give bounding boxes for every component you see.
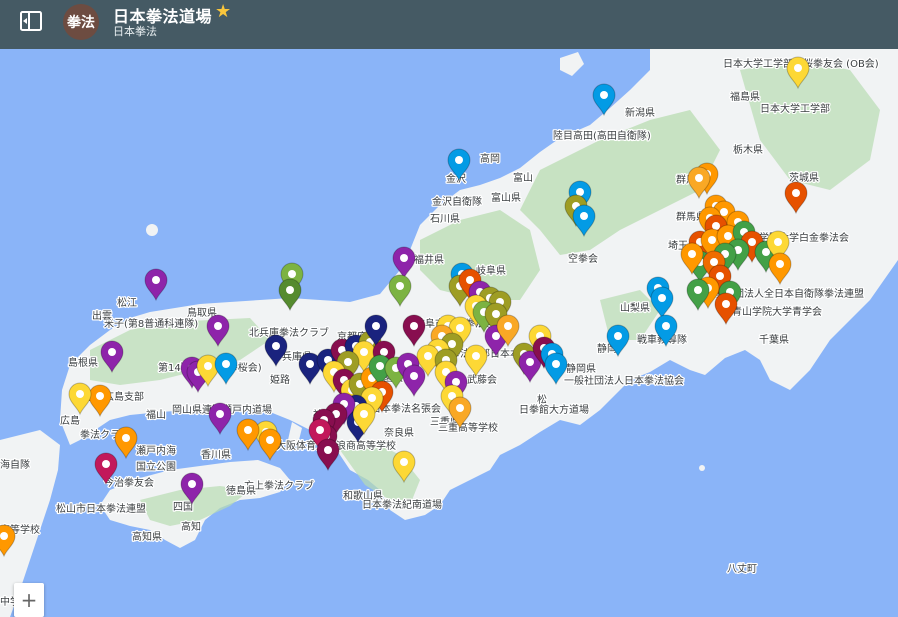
map-label: 栃木県: [733, 143, 763, 156]
map-label: 日本拳法紀南道場: [362, 498, 442, 511]
map-pin-marker[interactable]: [316, 438, 340, 472]
map-label: 松山市日本拳法連盟: [56, 502, 146, 515]
map-label: 陸目高田(高田自衛隊): [553, 129, 651, 142]
app-header: 拳法 日本拳法道場 ★ 日本拳法: [0, 0, 898, 49]
map-label: 四国: [173, 501, 193, 513]
map-pin-marker[interactable]: [236, 418, 260, 452]
map-pin-marker[interactable]: [208, 402, 232, 436]
map-label: 出雲: [92, 309, 112, 322]
map-label: 八丈町: [727, 563, 757, 575]
panel-toggle-icon[interactable]: [18, 8, 44, 34]
map-pin-marker[interactable]: [258, 428, 282, 462]
map-label: 福島県: [730, 90, 760, 103]
map-label: 富山: [513, 171, 533, 184]
map-label: 一般社団法人日本拳法協会: [564, 374, 684, 387]
map-label: 日本大学工学部: [760, 102, 830, 115]
map-label: 国立公園: [136, 460, 176, 473]
map-label: 奈良県: [384, 426, 414, 439]
map-label: 石川県: [430, 213, 460, 225]
map-label: 日拳館大方道場: [519, 403, 589, 416]
map-label: 高知県: [132, 530, 162, 543]
map-subtitle: 日本拳法: [113, 25, 157, 38]
map-label: 香川県: [201, 449, 231, 461]
avatar[interactable]: 拳法: [63, 4, 99, 40]
map-label: 高知: [181, 520, 201, 533]
map-label: 松江: [117, 296, 137, 309]
map-label: 瀬戸内海: [136, 444, 176, 457]
map-label: 海自隊: [0, 458, 30, 471]
map-label: 新潟県: [625, 106, 655, 119]
map-label: 北兵庫拳法クラブ: [249, 326, 329, 339]
map-label: 米子(第8普通科連隊): [104, 317, 198, 330]
map-label: 今治拳友会: [104, 476, 154, 489]
map-label: 青山学院大学青学会: [732, 305, 822, 318]
map-label: 富山県: [491, 191, 521, 204]
map-label: 山梨県: [620, 301, 650, 314]
star-icon[interactable]: ★: [215, 1, 231, 22]
map-label: 静岡県: [566, 362, 596, 375]
map-label: 島根県: [68, 356, 98, 369]
zoom-in-button[interactable]: +: [14, 583, 44, 617]
map-label: 千葉県: [759, 333, 789, 346]
map-label: 徳島県: [226, 484, 256, 497]
map-label: 空拳会: [568, 252, 598, 265]
map-label: 高岡: [480, 152, 500, 165]
map-pin-marker[interactable]: [114, 426, 138, 460]
map-label: 姫路: [270, 373, 290, 386]
map-label: 金沢自衛隊: [432, 195, 482, 208]
map-pin-marker[interactable]: [144, 268, 168, 302]
map-label: 三重高等学校: [438, 421, 498, 434]
map-label: 武藤会: [467, 373, 497, 386]
map-label: 福山: [146, 408, 166, 421]
map-canvas[interactable]: 日本大学工学部北桜拳友会 (OB会)福島県日本大学工学部新潟県陸目高田(高田自衛…: [0, 49, 898, 617]
map-label: 岐阜県: [476, 264, 506, 277]
map-label: 福井県: [414, 253, 444, 266]
map-label: 広島: [60, 414, 80, 427]
